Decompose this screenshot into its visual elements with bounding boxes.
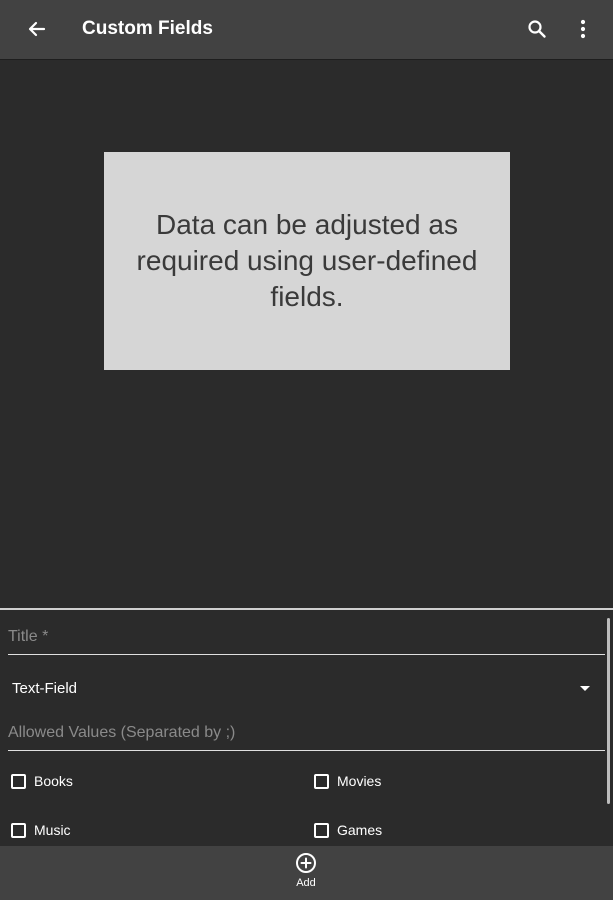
page-title: Custom Fields bbox=[82, 18, 213, 39]
allowed-values-input[interactable]: Allowed Values (Separated by ;) bbox=[8, 724, 605, 751]
checkbox-movies[interactable]: Movies bbox=[314, 773, 381, 789]
field-type-value: Text-Field bbox=[12, 679, 78, 697]
checkbox-icon bbox=[11, 822, 26, 838]
more-vert-icon bbox=[580, 19, 586, 39]
checkbox-label: Books bbox=[34, 773, 73, 789]
main-content: Data can be adjusted as required using u… bbox=[0, 60, 613, 608]
title-input[interactable]: Title * bbox=[8, 628, 605, 655]
dropdown-caret-icon bbox=[580, 685, 590, 691]
back-button[interactable] bbox=[22, 14, 52, 44]
more-options-button[interactable] bbox=[568, 14, 598, 44]
search-icon bbox=[528, 20, 546, 38]
checkbox-books[interactable]: Books bbox=[11, 773, 73, 789]
checkbox-label: Movies bbox=[337, 773, 382, 789]
arrow-left-icon bbox=[28, 21, 46, 37]
checkbox-icon bbox=[314, 773, 329, 789]
checkbox-icon bbox=[11, 773, 26, 789]
add-button[interactable]: Add bbox=[276, 852, 336, 898]
search-button[interactable] bbox=[522, 14, 552, 44]
info-card: Data can be adjusted as required using u… bbox=[104, 152, 510, 370]
form-scrollbar[interactable] bbox=[607, 618, 610, 804]
custom-field-form: Title * Text-Field Allowed Values (Separ… bbox=[0, 608, 613, 846]
checkbox-label: Music bbox=[34, 822, 71, 838]
add-label: Add bbox=[296, 877, 316, 889]
checkbox-games[interactable]: Games bbox=[314, 822, 382, 838]
bottom-bar: Add bbox=[0, 846, 613, 900]
info-card-text: Data can be adjusted as required using u… bbox=[136, 209, 478, 312]
title-placeholder: Title * bbox=[8, 628, 49, 645]
checkbox-icon bbox=[314, 822, 329, 838]
field-type-select[interactable]: Text-Field bbox=[12, 674, 590, 702]
app-bar: Custom Fields bbox=[0, 0, 613, 60]
add-circle-icon bbox=[296, 853, 316, 873]
allowed-values-placeholder: Allowed Values (Separated by ;) bbox=[8, 724, 236, 741]
checkbox-music[interactable]: Music bbox=[11, 822, 71, 838]
checkbox-label: Games bbox=[337, 822, 383, 838]
